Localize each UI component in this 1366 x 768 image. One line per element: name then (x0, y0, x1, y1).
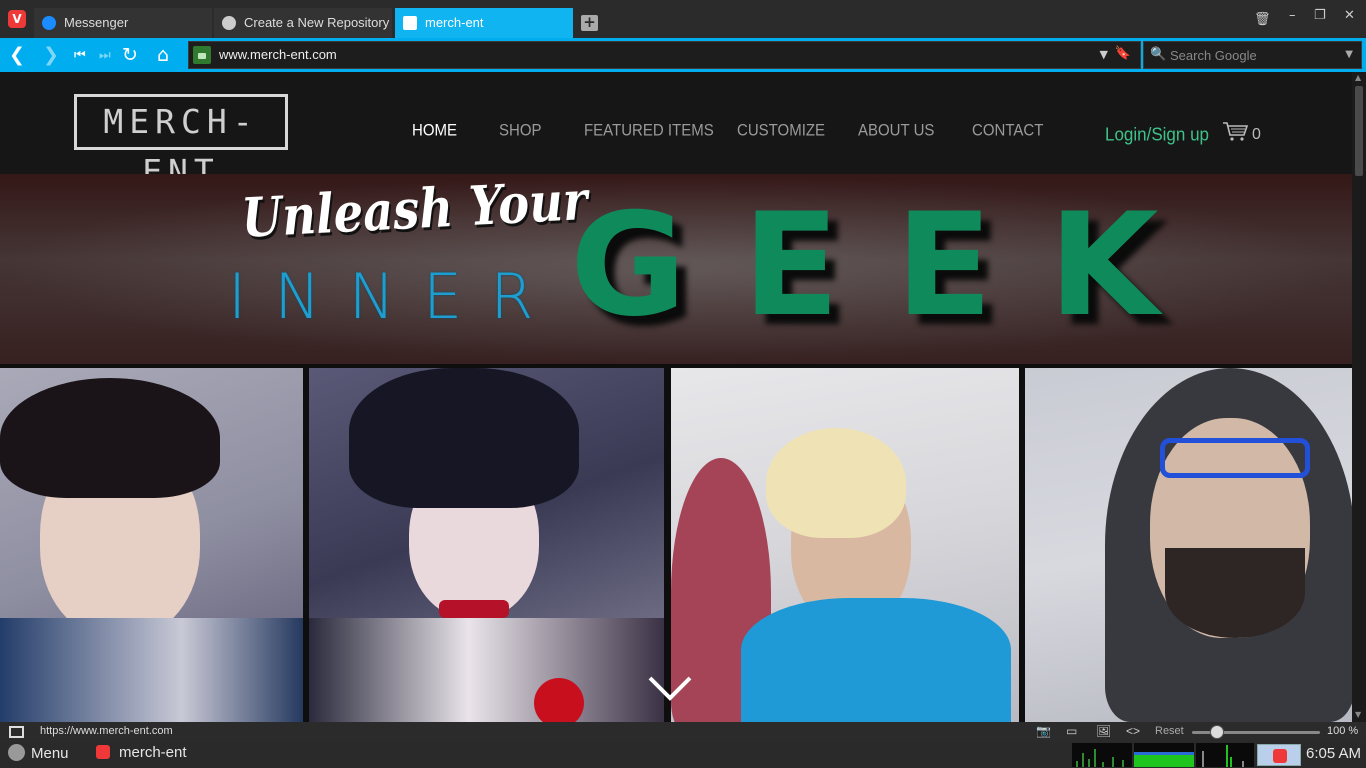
screenshot-icon[interactable]: 📷 (1036, 724, 1051, 738)
tile-icon[interactable]: ▭ (1066, 724, 1077, 738)
bookmark-icon[interactable]: 🔖 (1115, 46, 1131, 61)
taskbar: Menu merch-ent 6:05 AM (0, 742, 1366, 768)
home-button[interactable]: ⌂ (157, 44, 169, 66)
restore-button[interactable]: ❐ (1314, 8, 1326, 23)
back-button[interactable]: ❮ (9, 44, 25, 66)
vivaldi-icon (96, 745, 110, 759)
start-menu-button[interactable]: Menu (8, 744, 69, 762)
hero-banner: Unleash Your INNER GEEK (0, 174, 1352, 364)
zoom-reset-button[interactable]: Reset (1155, 725, 1184, 737)
zoom-slider-knob[interactable] (1210, 725, 1224, 739)
page-actions-icon[interactable]: <> (1126, 724, 1140, 738)
cpu-graph (1072, 743, 1132, 767)
tab-title: Create a New Repository (244, 15, 390, 30)
cart-icon[interactable] (1222, 120, 1248, 142)
forward-button[interactable]: ❯ (43, 44, 59, 66)
scroll-down-chevron-icon[interactable] (648, 676, 692, 702)
status-bar: https://www.merch-ent.com 📷 ▭ 🖼 <> Reset… (0, 722, 1366, 742)
address-toolbar: ❮ ❯ ⏮ ⏭ ↻ ⌂ www.merch-ent.com ▼ 🔖 🔍 Sear… (0, 38, 1366, 72)
site-logo[interactable]: MERCH-ENT (74, 94, 288, 191)
nav-featured-items[interactable]: FEATURED ITEMS (584, 121, 714, 140)
hero-line-2: INNER (228, 260, 562, 333)
tab-create-repository[interactable]: Create a New Repository (214, 8, 392, 38)
chevron-down-icon[interactable]: ▼ (1100, 48, 1108, 61)
rewind-button[interactable]: ⏮ (74, 45, 86, 67)
images-icon[interactable]: 🖼 (1096, 724, 1111, 738)
gnome-foot-icon (8, 744, 25, 761)
nav-contact[interactable]: CONTACT (972, 121, 1043, 140)
scroll-down-icon[interactable]: ▼ (1355, 710, 1361, 719)
tab-merch-ent[interactable]: merch-ent (395, 8, 573, 38)
tab-title: merch-ent (425, 15, 484, 30)
search-icon: 🔍 (1150, 47, 1167, 62)
page-icon (403, 16, 417, 30)
close-button[interactable]: ✕ (1344, 8, 1355, 23)
address-field[interactable]: www.merch-ent.com ▼ 🔖 (188, 41, 1141, 69)
url-text[interactable]: www.merch-ent.com (219, 47, 337, 62)
nav-home[interactable]: HOME (412, 121, 457, 140)
tray-vivaldi[interactable] (1257, 744, 1301, 766)
search-placeholder[interactable]: Search Google (1170, 48, 1257, 63)
scrollbar-thumb[interactable] (1355, 86, 1363, 176)
menu-label: Menu (31, 745, 69, 762)
hover-link-text: https://www.merch-ent.com (40, 725, 173, 737)
lock-icon (193, 46, 211, 64)
cart-count: 0 (1252, 126, 1261, 143)
network-graph (1196, 743, 1254, 767)
scroll-up-icon[interactable]: ▲ (1355, 73, 1361, 82)
zoom-level: 100 % (1327, 725, 1359, 737)
site-header: MERCH-ENT HOME SHOP FEATURED ITEMS CUSTO… (0, 72, 1352, 191)
photo-strip (0, 364, 1352, 722)
new-tab-button[interactable]: + (581, 15, 598, 31)
tab-title: Messenger (64, 15, 129, 30)
nav-shop[interactable]: SHOP (499, 121, 542, 140)
memory-graph (1134, 743, 1194, 767)
clock[interactable]: 6:05 AM (1306, 745, 1361, 762)
login-signup-link[interactable]: Login/Sign up (1105, 124, 1209, 146)
page-scrollbar[interactable]: ▲ ▼ (1352, 72, 1366, 722)
fast-forward-button[interactable]: ⏭ (99, 45, 111, 67)
nav-customize[interactable]: CUSTOMIZE (737, 121, 825, 140)
minimize-button[interactable]: – (1289, 8, 1296, 23)
taskbar-app-label: merch-ent (119, 744, 187, 761)
tab-bar: V Messenger Create a New Repository merc… (0, 0, 1366, 38)
photo-cosplay-1 (0, 368, 303, 722)
vivaldi-icon (1273, 749, 1287, 763)
panel-toggle-icon[interactable] (9, 726, 24, 738)
nav-about-us[interactable]: ABOUT US (858, 121, 934, 140)
hero-line-3: GEEK (570, 183, 1215, 348)
web-page: MERCH-ENT HOME SHOP FEATURED ITEMS CUSTO… (0, 72, 1352, 722)
github-icon (222, 16, 236, 30)
taskbar-app-merch-ent[interactable]: merch-ent (96, 744, 187, 761)
photo-cosplay-2 (309, 368, 664, 722)
chevron-down-icon[interactable]: ▼ (1345, 49, 1353, 60)
messenger-icon (42, 16, 56, 30)
hero-line-1: Unleash Your (240, 174, 589, 250)
reload-button[interactable]: ↻ (122, 44, 138, 66)
tab-messenger[interactable]: Messenger (34, 8, 212, 38)
vivaldi-logo-icon[interactable]: V (8, 10, 26, 28)
search-field[interactable]: 🔍 Search Google ▼ (1143, 41, 1362, 69)
trash-icon[interactable]: 🗑 (1254, 12, 1271, 27)
photo-cosplay-4 (1025, 368, 1352, 722)
photo-cosplay-3 (671, 368, 1019, 722)
